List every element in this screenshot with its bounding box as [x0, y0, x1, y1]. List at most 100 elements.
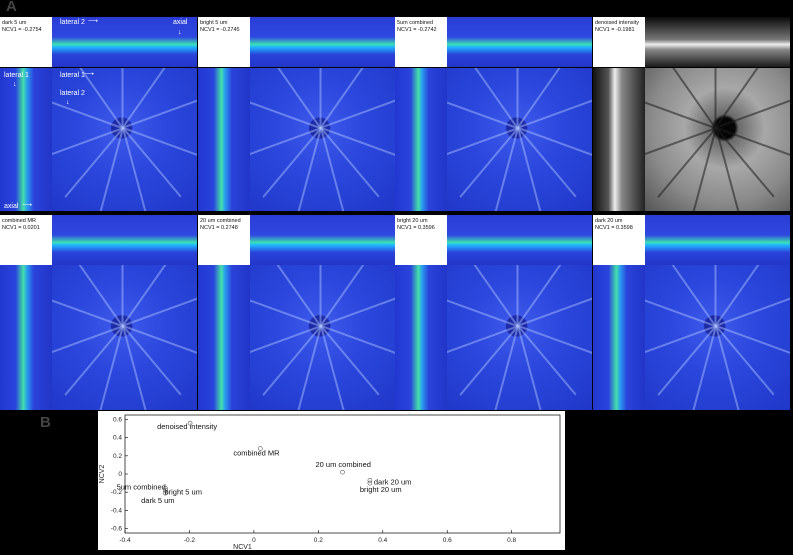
panel-label-box: bright 20 um NCV1 = 0.3596 — [395, 215, 447, 265]
en-face-image — [250, 265, 395, 410]
scatter-plot: -0.4 -0.2 0 0.2 0.4 0.6 0.80.60.40.20-0.2-0.4-… — [99, 414, 561, 551]
panel-label-box: bright 5 um NCV1 = -0.2745 — [198, 17, 250, 67]
vessel-line — [122, 325, 197, 358]
lateral1-en-arrow: ⟶ — [84, 71, 95, 78]
panel-b-label: B — [40, 414, 51, 431]
en-face-image — [447, 265, 592, 410]
panel-label-box: 20 um combined NCV1 = 0.2748 — [198, 215, 250, 265]
vessel-line — [517, 325, 592, 358]
panel-ncv-value: NCV1 = 0.3596 — [397, 224, 435, 231]
vessel-line — [447, 127, 518, 160]
point-label: denoised intensity — [157, 422, 217, 431]
vessel-line — [319, 68, 322, 129]
x-tick-label: 0 — [252, 537, 256, 544]
vessel-line — [250, 325, 321, 358]
point-label: bright 5 um — [164, 487, 202, 496]
panel-label-box: dark 5 um NCV1 = -0.2754 — [0, 17, 52, 67]
x-tick-label: 0.6 — [443, 537, 452, 544]
lateral2-top-arrow: ⟶ — [88, 18, 99, 25]
vessel-line — [52, 127, 123, 160]
yz-section-image — [198, 68, 250, 211]
vessel-line — [516, 265, 519, 326]
x-axis-label: NCV1 — [233, 544, 252, 550]
panel-label-box: 5um combined NCV1 = -0.2742 — [395, 17, 447, 67]
xz-section-image — [52, 215, 197, 265]
x-tick-label: 0.2 — [314, 537, 323, 544]
vessel-line — [645, 127, 716, 160]
y-tick-label: 0.2 — [113, 453, 122, 460]
panel-label-box: denoised intensity NCV1 = -0.1981 — [593, 17, 645, 67]
x-tick-label: -0.2 — [184, 537, 196, 544]
x-tick-label: -0.4 — [119, 537, 131, 544]
point-label: bright 20 um — [360, 485, 402, 494]
lateral2-en-annotation: lateral 2 — [60, 90, 85, 97]
vessel-line — [517, 127, 592, 160]
point-label: 20 um combined — [316, 460, 371, 469]
vessel-line — [121, 68, 124, 129]
vessel-line — [714, 265, 717, 326]
vessel-line — [714, 68, 717, 129]
vessel-line — [715, 127, 790, 160]
vessel-line — [250, 127, 321, 160]
y-axis-label: NCV2 — [99, 465, 106, 484]
scatter-plot-frame: -0.4 -0.2 0 0.2 0.4 0.6 0.8 0.6 0.4 0.2 0 -0.2 -0.4-… — [98, 411, 565, 551]
lateral1-en-annotation: lateral 1 — [60, 72, 85, 79]
y-tick-label: -0.6 — [111, 525, 123, 532]
x-tick-label: 0.8 — [507, 537, 516, 544]
axial-top-arrow: ↓ — [178, 29, 182, 36]
y-tick-label: 0.6 — [113, 417, 122, 424]
axial-top-annotation: axial — [173, 19, 188, 26]
panel-ncv-value: NCV1 = -0.2754 — [2, 26, 42, 33]
panel-a-label: A — [6, 0, 17, 15]
vessel-line — [645, 325, 716, 358]
yz-section-image — [0, 265, 52, 410]
axial-side-arrow: ⟶ — [22, 202, 33, 209]
vessel-line — [447, 325, 518, 358]
xz-section-image — [645, 17, 790, 67]
panel-label-box: combined MR NCV1 = 0.0201 — [0, 215, 52, 265]
y-tick-label: 0 — [118, 471, 122, 478]
lateral2-en-arrow: ↓ — [66, 99, 70, 106]
xz-section-image — [447, 17, 592, 67]
point-label: combined MR — [233, 449, 280, 458]
vessel-line — [52, 325, 123, 358]
panel-ncv-value: NCV1 = 0.0201 — [2, 224, 40, 231]
xz-section-image — [250, 17, 395, 67]
yz-section-image — [198, 265, 250, 410]
panel-ncv-value: NCV1 = -0.1981 — [595, 26, 635, 33]
yz-section-image — [593, 265, 645, 410]
en-face-image — [645, 68, 790, 211]
scatter-point — [340, 469, 345, 475]
en-face-image — [447, 68, 592, 211]
en-face-image — [645, 265, 790, 410]
lateral1-side-annotation: lateral 1 — [4, 72, 29, 79]
panel-ncv-value: NCV1 = 0.2748 — [200, 224, 238, 231]
en-face-image — [250, 68, 395, 211]
yz-section-image — [0, 68, 52, 211]
vessel-line — [516, 68, 519, 129]
vessel-line — [122, 127, 197, 160]
yz-section-image — [395, 265, 447, 410]
xz-section-image — [447, 215, 592, 265]
en-face-image — [52, 265, 197, 410]
panel-ncv-value: NCV1 = -0.2745 — [200, 26, 240, 33]
vessel-line — [121, 265, 124, 326]
panel-name: denoised intensity — [595, 20, 640, 26]
vessel-line — [320, 127, 395, 160]
point-label: 5um combined — [117, 483, 166, 492]
lateral2-top-annotation: lateral 2 — [60, 19, 85, 26]
y-tick-label: 0.4 — [113, 435, 122, 442]
vessel-line — [319, 265, 322, 326]
panel-ncv-value: NCV1 = 0.3598 — [595, 224, 633, 231]
panel-label-box: dark 20 um NCV1 = 0.3598 — [593, 215, 645, 265]
lateral1-side-arrow: ↓ — [13, 81, 17, 88]
vessel-line — [715, 325, 790, 358]
yz-section-image — [593, 68, 645, 211]
yz-section-image — [395, 68, 447, 211]
xz-section-image — [250, 215, 395, 265]
axial-side-annotation: axial — [4, 203, 19, 210]
y-tick-label: -0.4 — [111, 507, 123, 514]
xz-section-image — [645, 215, 790, 265]
panel-ncv-value: NCV1 = -0.2742 — [397, 26, 437, 33]
point-label: dark 5 um — [141, 496, 174, 505]
